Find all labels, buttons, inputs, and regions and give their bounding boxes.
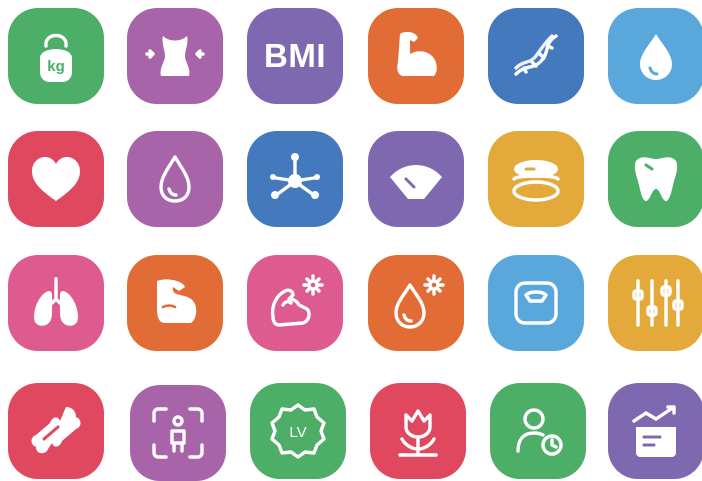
bmi-icon: BMI	[264, 37, 326, 74]
heart-icon	[32, 157, 80, 201]
muscle-flower-tile[interactable]	[247, 255, 343, 351]
level-badge-tile[interactable]: LV	[250, 383, 346, 479]
level-badge-label: LV	[289, 424, 306, 441]
user-clock-tile[interactable]	[490, 383, 586, 479]
bicep-icon	[157, 279, 197, 323]
bone-tile[interactable]	[8, 383, 104, 479]
flexed-arm-tile[interactable]	[368, 8, 464, 104]
waist-measure-tile[interactable]	[127, 8, 223, 104]
bathroom-scale-icon	[514, 281, 558, 325]
body-scan-icon	[152, 407, 204, 459]
molecule-icon	[270, 153, 320, 199]
heart-tile[interactable]	[8, 131, 104, 227]
tulip-icon	[398, 409, 438, 457]
gauge-icon	[390, 165, 442, 199]
waist-measure-icon	[145, 36, 205, 76]
chart-doc-icon	[632, 405, 676, 457]
water-drop-tile[interactable]	[608, 8, 702, 104]
flexed-arm-icon	[397, 31, 437, 76]
molecule-tile[interactable]	[247, 131, 343, 227]
blood-drop-tile[interactable]	[127, 131, 223, 227]
kettlebell-tile[interactable]: kg	[8, 8, 104, 104]
dna-tile[interactable]	[488, 8, 584, 104]
lungs-tile[interactable]	[8, 255, 104, 351]
bmi-tile[interactable]: BMI	[247, 8, 343, 104]
blood-drop-icon	[159, 155, 191, 203]
gauge-tile[interactable]	[368, 131, 464, 227]
sliders-icon	[632, 279, 684, 327]
dna-icon	[514, 34, 558, 76]
tooth-tile[interactable]	[608, 131, 702, 227]
macaron-tile[interactable]	[488, 131, 584, 227]
macaron-icon	[512, 160, 560, 202]
bone-icon	[31, 407, 81, 454]
chart-doc-tile[interactable]	[608, 383, 702, 479]
water-drop-icon	[640, 34, 672, 80]
kettlebell-icon: kg	[40, 33, 72, 82]
drop-flower-icon	[394, 274, 445, 329]
tulip-tile[interactable]	[370, 383, 466, 479]
lungs-icon	[34, 277, 78, 326]
kettlebell-label: kg	[47, 58, 65, 75]
bicep-tile[interactable]	[127, 255, 223, 351]
tooth-icon	[634, 157, 678, 201]
body-scan-tile[interactable]	[130, 385, 226, 481]
muscle-flower-icon	[270, 274, 324, 327]
user-clock-icon	[516, 408, 563, 456]
bathroom-scale-tile[interactable]	[488, 255, 584, 351]
level-badge-icon: LV	[270, 403, 326, 459]
drop-flower-tile[interactable]	[368, 255, 464, 351]
sliders-tile[interactable]	[608, 255, 702, 351]
